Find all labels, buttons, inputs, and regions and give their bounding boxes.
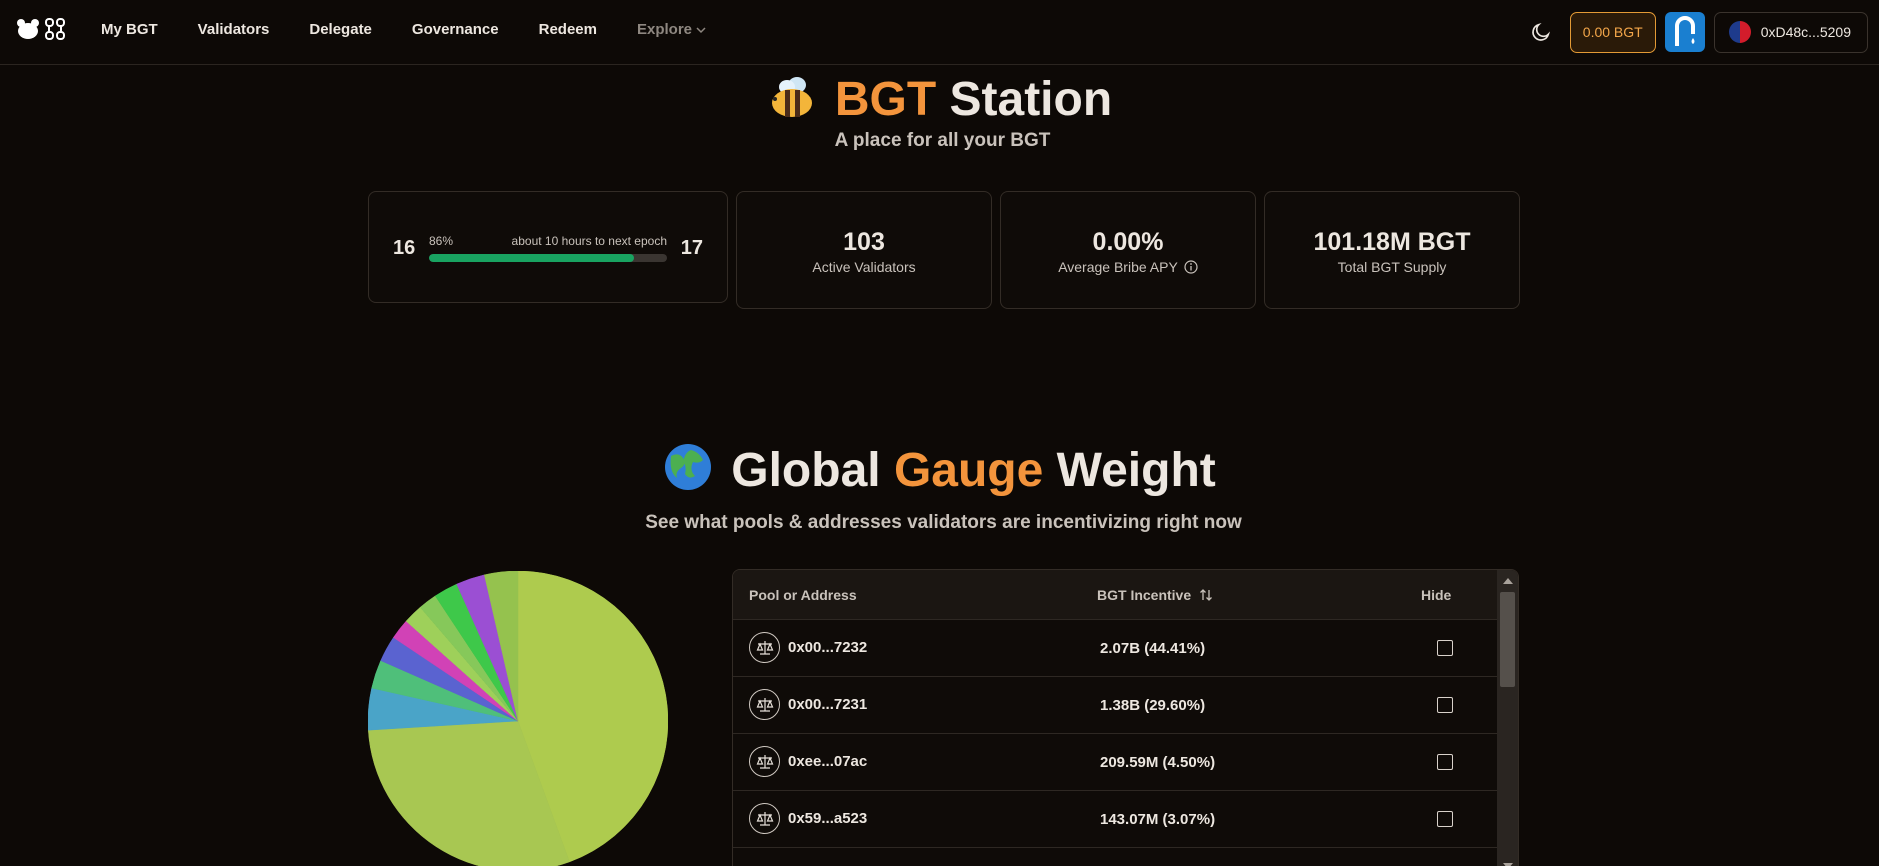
scale-icon	[749, 689, 780, 720]
bear-icon	[17, 19, 39, 39]
gauge-weight-pie-chart	[368, 571, 668, 866]
nav-explore[interactable]: Explore	[637, 21, 706, 38]
nav-validators[interactable]: Validators	[198, 21, 270, 38]
header-incentive[interactable]: BGT Incentive	[1097, 587, 1213, 603]
bgt-supply-card: 101.18M BGT Total BGT Supply	[1264, 191, 1520, 309]
current-epoch: 16	[393, 237, 416, 259]
bgt-balance-button[interactable]: 0.00 BGT	[1569, 11, 1656, 53]
globe-icon	[665, 444, 712, 490]
nav-delegate[interactable]: Delegate	[309, 21, 372, 38]
incentive-value: 1.38B (29.60%)	[1100, 697, 1206, 714]
page-subtitle: A place for all your BGT	[834, 130, 1051, 151]
table-row: 0x00...7231 1.38B (29.60%)	[733, 677, 1499, 734]
section-subtitle: See what pools & addresses validators ar…	[645, 512, 1242, 533]
gauge-table: Pool or Address BGT Incentive Hide 0x00.…	[732, 569, 1519, 866]
incentive-value: 2.07B (44.41%)	[1100, 640, 1206, 657]
title-highlight: BGT	[834, 73, 937, 126]
faucet-icon	[1674, 16, 1695, 46]
epoch-progress-label: 86%	[429, 234, 454, 248]
table-row: 0x00...7232 2.07B (44.41%)	[733, 620, 1499, 677]
header-pool: Pool or Address	[749, 587, 857, 603]
stat-label-text: Active Validators	[812, 259, 916, 275]
scale-icon	[749, 746, 780, 777]
nav-links: My BGT Validators Delegate Governance Re…	[101, 0, 706, 58]
nav-redeem[interactable]: Redeem	[539, 21, 597, 38]
title-highlight: Gauge	[893, 444, 1044, 497]
stat-label-text: Total BGT Supply	[1337, 259, 1447, 275]
incentive-value: 143.07M (3.07%)	[1100, 811, 1216, 828]
stat-value: 103	[843, 228, 885, 256]
section-title: Global Gauge Weight	[0, 442, 1879, 498]
stat-label-text: Average Bribe APY	[1058, 259, 1178, 275]
stat-label: Total BGT Supply	[1265, 259, 1519, 275]
wallet-button[interactable]: 0xD48c...5209	[1713, 11, 1868, 53]
epoch-progress-bar	[429, 254, 667, 262]
table-scrollbar[interactable]	[1497, 570, 1518, 866]
header-hide: Hide	[1421, 587, 1452, 603]
address-text: 0x00...7231	[788, 696, 868, 713]
table-row: 0xee...07ac 209.59M (4.50%)	[733, 734, 1499, 791]
hide-checkbox[interactable]	[1437, 754, 1453, 770]
pool-address[interactable]: 0xee...07ac	[749, 746, 867, 777]
hide-checkbox[interactable]	[1437, 640, 1453, 656]
table-row: 0x59...a523 143.07M (3.07%)	[733, 791, 1499, 848]
scroll-thumb[interactable]	[1500, 592, 1515, 687]
stat-label: Average Bribe APY	[1001, 259, 1255, 275]
title-start: Global	[731, 444, 881, 497]
active-validators-card: 103 Active Validators	[736, 191, 992, 309]
bee-icon	[771, 77, 812, 117]
bribe-apy-card: 0.00% Average Bribe APY	[1000, 191, 1256, 309]
page-title: BGT Station	[0, 72, 1879, 127]
chain-icon	[45, 18, 65, 40]
address-text: 0x00...7232	[788, 639, 868, 656]
nav-governance[interactable]: Governance	[412, 21, 499, 38]
hide-checkbox[interactable]	[1437, 697, 1453, 713]
header-incentive-label: BGT Incentive	[1097, 587, 1192, 603]
address-text: 0xee...07ac	[788, 753, 868, 770]
nav-explore-label: Explore	[636, 20, 693, 38]
title-rest: Station	[949, 73, 1113, 126]
next-epoch-text: about 10 hours to next epoch	[511, 234, 667, 248]
nav-actions: 0.00 BGT 0xD48c...5209	[1521, 11, 1868, 53]
epoch-card: 16 86% about 10 hours to next epoch 17	[368, 191, 728, 303]
stat-label: Active Validators	[737, 259, 991, 275]
title-end: Weight	[1056, 444, 1216, 497]
stat-value: 101.18M BGT	[1313, 228, 1471, 256]
nav-my-bgt[interactable]: My BGT	[101, 21, 158, 38]
chevron-down-icon	[696, 26, 706, 33]
theme-toggle-button[interactable]	[1521, 12, 1561, 52]
scroll-up-arrow[interactable]	[1503, 578, 1513, 584]
scale-icon	[749, 803, 780, 834]
berachain-logo[interactable]	[16, 16, 70, 42]
table-header: Pool or Address BGT Incentive Hide	[733, 570, 1518, 620]
address-text: 0x59...a523	[788, 810, 868, 827]
top-nav: My BGT Validators Delegate Governance Re…	[0, 0, 1879, 65]
pool-address[interactable]: 0x00...7231	[749, 689, 867, 720]
wallet-avatar	[1728, 21, 1751, 43]
incentive-value: 209.59M (4.50%)	[1100, 754, 1216, 771]
moon-icon	[1532, 22, 1550, 41]
stat-value: 0.00%	[1092, 228, 1164, 256]
info-icon[interactable]	[1184, 260, 1198, 274]
faucet-button[interactable]	[1664, 12, 1705, 52]
next-epoch: 17	[680, 237, 703, 259]
pool-address[interactable]: 0x00...7232	[749, 632, 867, 663]
sort-icon	[1200, 589, 1213, 601]
wallet-address: 0xD48c...5209	[1760, 24, 1851, 40]
scale-icon	[749, 632, 780, 663]
pool-address[interactable]: 0x59...a523	[749, 803, 867, 834]
epoch-progress-fill	[429, 254, 634, 262]
hide-checkbox[interactable]	[1437, 811, 1453, 827]
